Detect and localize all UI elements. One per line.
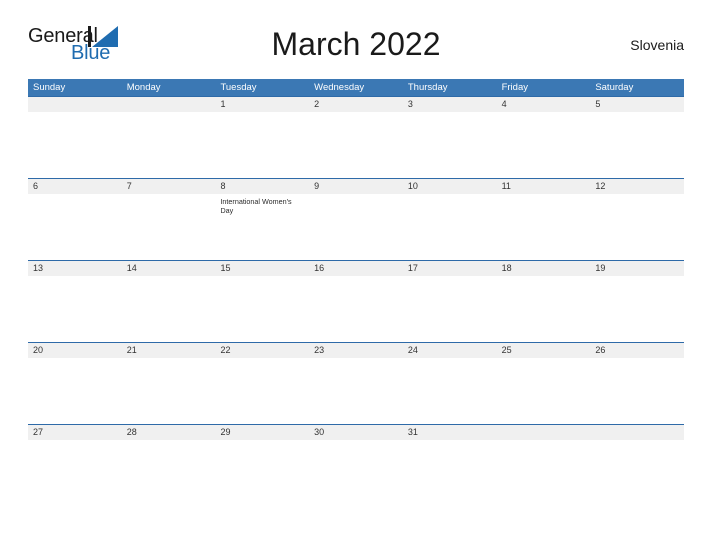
day-number: 10	[407, 181, 418, 191]
week-row: 13 14 15 16 17 18 19	[28, 260, 684, 342]
day-cell[interactable]: 7	[122, 179, 216, 260]
day-cell[interactable]: 1	[215, 97, 309, 178]
day-number: 20	[33, 345, 44, 355]
day-number: 5	[595, 99, 601, 109]
day-number: 17	[407, 263, 418, 273]
day-number: 23	[314, 345, 325, 355]
day-cell[interactable]	[497, 425, 591, 506]
day-number: 22	[220, 345, 231, 355]
day-number: 21	[126, 345, 137, 355]
day-number: 11	[501, 181, 511, 191]
calendar-grid: Sunday Monday Tuesday Wednesday Thursday…	[28, 79, 684, 506]
day-cell[interactable]: 2	[309, 97, 403, 178]
day-number: 19	[595, 263, 606, 273]
day-number: 7	[126, 181, 132, 191]
day-cell[interactable]: 5	[590, 97, 684, 178]
day-number: 27	[33, 427, 44, 437]
day-cell[interactable]	[122, 97, 216, 178]
calendar-page: General Blue March 2022 Slovenia Sunday …	[0, 0, 712, 550]
day-number: 2	[314, 99, 320, 109]
page-title: March 2022	[271, 26, 441, 62]
day-cell[interactable]: 21	[122, 343, 216, 424]
day-cell[interactable]: 9	[309, 179, 403, 260]
weekday-header-thursday: Thursday	[407, 82, 448, 93]
day-cell[interactable]: 24	[403, 343, 497, 424]
weekday-header-tuesday: Tuesday	[220, 82, 257, 93]
day-cell[interactable]: 17	[403, 261, 497, 342]
weekday-header-row: Sunday Monday Tuesday Wednesday Thursday…	[28, 79, 684, 96]
day-cell[interactable]: 25	[497, 343, 591, 424]
day-number: 15	[220, 263, 231, 273]
day-cell[interactable]: 15	[215, 261, 309, 342]
weekday-header-wednesday: Wednesday	[314, 82, 365, 93]
day-number: 31	[407, 427, 418, 437]
day-cell[interactable]: 31	[403, 425, 497, 506]
day-cell[interactable]: 30	[309, 425, 403, 506]
country-label: Slovenia	[630, 37, 684, 53]
day-cell[interactable]: 12	[590, 179, 684, 260]
day-number: 1	[220, 99, 226, 109]
day-number: 13	[33, 263, 44, 273]
day-cell[interactable]: 28	[122, 425, 216, 506]
day-cell[interactable]: 26	[590, 343, 684, 424]
weekday-header-sunday: Sunday	[33, 82, 66, 93]
weekday-header-saturday: Saturday	[595, 82, 634, 93]
day-number: 25	[501, 345, 512, 355]
day-cell[interactable]: 10	[403, 179, 497, 260]
weekday-header-friday: Friday	[501, 82, 528, 93]
day-cell[interactable]: 29	[215, 425, 309, 506]
day-number: 9	[314, 181, 320, 191]
day-number: 8	[220, 181, 226, 191]
day-cell[interactable]: 27	[28, 425, 122, 506]
day-cell[interactable]: 18	[497, 261, 591, 342]
weekday-header-monday: Monday	[126, 82, 161, 93]
day-number: 3	[407, 99, 413, 109]
day-cell[interactable]: 19	[590, 261, 684, 342]
week-row: 6 7 8 International Women's Day 9 10 11 …	[28, 178, 684, 260]
day-number: 24	[407, 345, 418, 355]
day-cell[interactable]: 6	[28, 179, 122, 260]
week-row: 27 28 29 30 31	[28, 424, 684, 506]
day-number: 30	[314, 427, 325, 437]
day-number: 14	[126, 263, 137, 273]
day-cell[interactable]: 13	[28, 261, 122, 342]
day-cell[interactable]: 16	[309, 261, 403, 342]
day-cell[interactable]: 11	[497, 179, 591, 260]
day-cell[interactable]	[28, 97, 122, 178]
day-cell[interactable]: 14	[122, 261, 216, 342]
week-row: 1 2 3 4 5	[28, 96, 684, 178]
day-event: International Women's Day	[220, 197, 292, 216]
day-cell[interactable]: 4	[497, 97, 591, 178]
day-number: 12	[595, 181, 606, 191]
day-number: 16	[314, 263, 325, 273]
day-cell[interactable]	[590, 425, 684, 506]
day-number: 26	[595, 345, 606, 355]
day-number: 28	[126, 427, 137, 437]
day-number: 18	[501, 263, 512, 273]
day-number: 4	[501, 99, 507, 109]
week-row: 20 21 22 23 24 25 26	[28, 342, 684, 424]
day-cell[interactable]: 23	[309, 343, 403, 424]
day-cell[interactable]: 20	[28, 343, 122, 424]
day-cell[interactable]: 8 International Women's Day	[215, 179, 309, 260]
day-number: 6	[33, 181, 39, 191]
day-cell[interactable]: 3	[403, 97, 497, 178]
day-number: 29	[220, 427, 231, 437]
day-cell[interactable]: 22	[215, 343, 309, 424]
page-header: General Blue March 2022 Slovenia	[28, 22, 684, 74]
